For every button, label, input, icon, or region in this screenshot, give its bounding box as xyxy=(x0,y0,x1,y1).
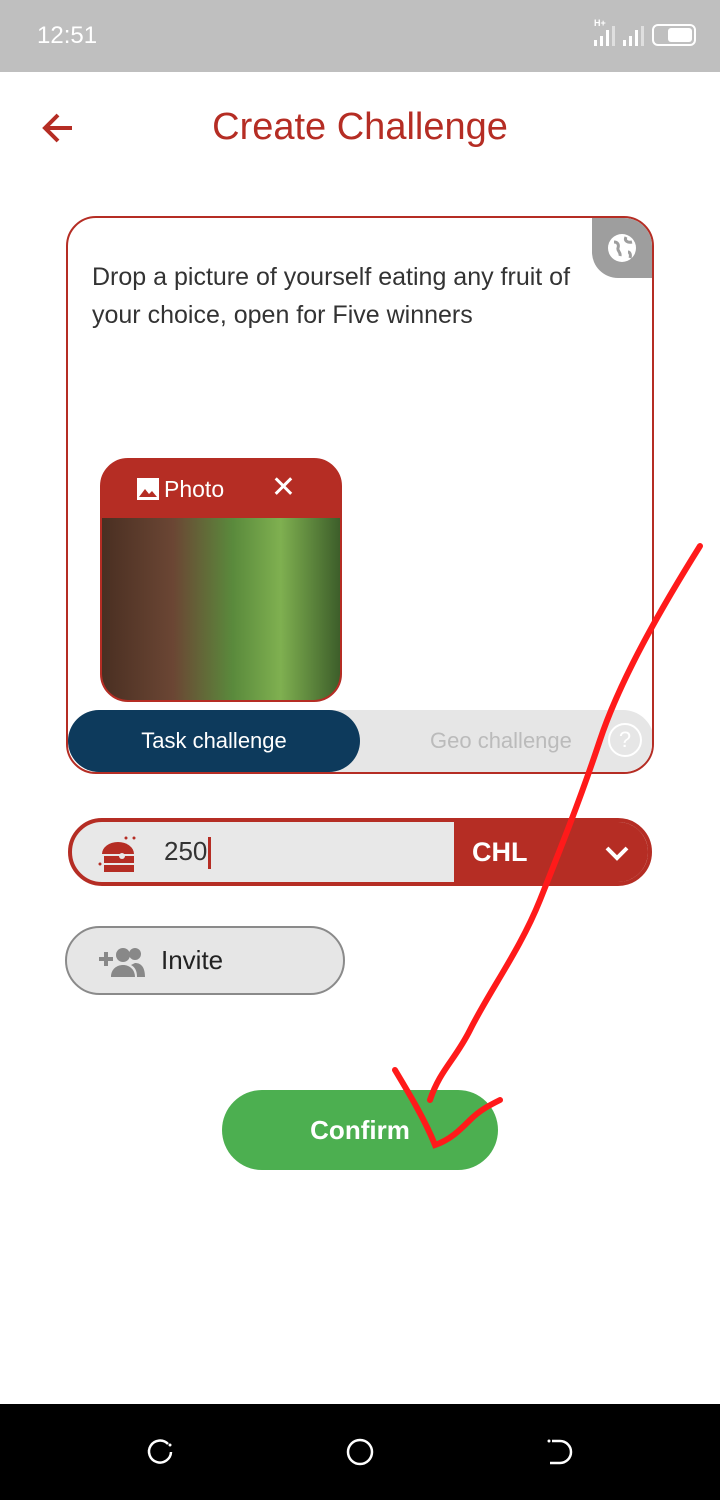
tab-task-challenge[interactable]: Task challenge xyxy=(68,710,360,772)
attached-photo[interactable] xyxy=(102,518,340,700)
signal-icon: H+ xyxy=(594,18,615,46)
battery-icon xyxy=(652,24,696,46)
amount-field[interactable]: 250 CHL xyxy=(68,818,652,886)
network-type: H+ xyxy=(594,18,606,28)
home-icon[interactable] xyxy=(346,1438,374,1466)
add-group-icon xyxy=(99,947,145,977)
currency-label: CHL xyxy=(472,836,528,867)
status-time: 12:51 xyxy=(37,22,98,49)
challenge-description-input[interactable]: Drop a picture of yourself eating any fr… xyxy=(92,258,612,334)
photo-label: Photo xyxy=(164,475,225,502)
page-title: Create Challenge xyxy=(212,106,508,148)
system-nav-bar xyxy=(0,1404,720,1500)
treasure-chest-icon xyxy=(98,836,136,872)
back-nav-icon[interactable] xyxy=(546,1438,574,1466)
status-icons: H+ xyxy=(594,18,696,46)
recent-apps-icon[interactable] xyxy=(146,1438,174,1466)
image-icon xyxy=(137,478,159,500)
challenge-type-toggle: Task challenge Geo challenge ? xyxy=(68,710,652,772)
currency-dropdown[interactable]: CHL xyxy=(454,822,648,882)
close-icon[interactable]: ✕ xyxy=(271,470,296,505)
signal-icon-2 xyxy=(623,26,644,46)
invite-label: Invite xyxy=(161,945,224,975)
help-icon[interactable]: ? xyxy=(608,723,642,757)
invite-button[interactable]: Invite xyxy=(65,926,345,995)
amount-value: 250 xyxy=(164,836,208,866)
confirm-button[interactable]: Confirm xyxy=(222,1090,498,1170)
chevron-down-icon xyxy=(605,846,629,861)
status-bar: 12:51 H+ xyxy=(0,0,720,72)
challenge-card: Drop a picture of yourself eating any fr… xyxy=(66,216,654,774)
photo-attachment: Photo ✕ xyxy=(100,458,342,702)
amount-input[interactable]: 250 xyxy=(164,836,212,870)
tab-geo-challenge[interactable]: Geo challenge xyxy=(430,728,572,754)
